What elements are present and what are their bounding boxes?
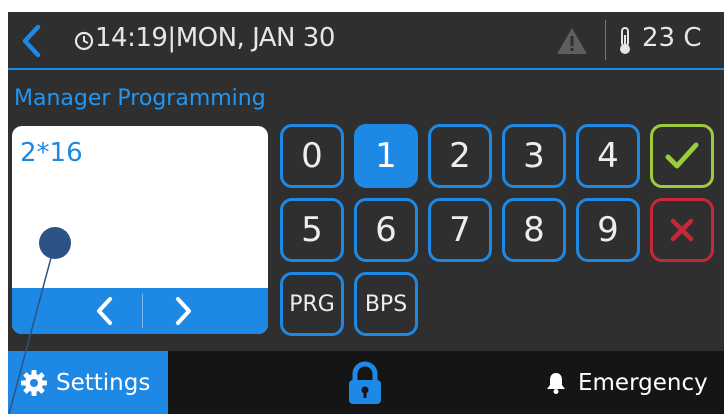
key-5[interactable]: 5	[280, 198, 344, 262]
device-screen: 14:19|MON, JAN 30 23 C Manager Programmi…	[8, 12, 724, 414]
key-4[interactable]: 4	[576, 124, 640, 188]
temperature-readout: 23 C	[642, 23, 702, 53]
status-divider	[605, 20, 606, 60]
chevron-right-icon	[176, 297, 191, 325]
back-chevron-icon	[22, 24, 41, 58]
key-8[interactable]: 8	[502, 198, 566, 262]
cancel-button[interactable]	[650, 198, 714, 262]
nav-divider	[142, 294, 143, 328]
emergency-label: Emergency	[578, 369, 708, 396]
key-6[interactable]: 6	[354, 198, 418, 262]
key-bps[interactable]: BPS	[354, 272, 418, 336]
status-time-date: 14:19|MON, JAN 30	[95, 23, 335, 53]
key-0[interactable]: 0	[280, 124, 344, 188]
back-button[interactable]	[16, 22, 46, 60]
status-bar: 14:19|MON, JAN 30 23 C	[8, 12, 724, 70]
emergency-button[interactable]: Emergency	[538, 351, 724, 414]
display-nav-bar	[12, 288, 268, 334]
key-prg[interactable]: PRG	[280, 272, 344, 336]
confirm-button[interactable]	[650, 124, 714, 188]
settings-label: Settings	[56, 369, 151, 396]
lock-icon[interactable]	[344, 361, 386, 405]
x-icon	[670, 218, 694, 242]
settings-button[interactable]: Settings	[8, 351, 168, 414]
previous-button[interactable]	[84, 291, 124, 331]
bell-icon	[547, 372, 565, 394]
chevron-left-icon	[97, 297, 112, 325]
next-button[interactable]	[164, 291, 204, 331]
gear-icon	[21, 369, 47, 396]
warning-icon[interactable]	[555, 26, 589, 56]
clock-icon	[74, 31, 94, 51]
pointer-marker	[39, 227, 71, 259]
key-9[interactable]: 9	[576, 198, 640, 262]
key-3[interactable]: 3	[502, 124, 566, 188]
thermometer-icon	[620, 27, 630, 54]
key-1[interactable]: 1	[354, 124, 418, 188]
bottom-bar: Settings Emergency	[8, 351, 724, 414]
checkmark-icon	[665, 142, 699, 169]
page-title: Manager Programming	[14, 86, 266, 111]
entry-value: 2*16	[20, 138, 83, 168]
key-7[interactable]: 7	[428, 198, 492, 262]
key-2[interactable]: 2	[428, 124, 492, 188]
